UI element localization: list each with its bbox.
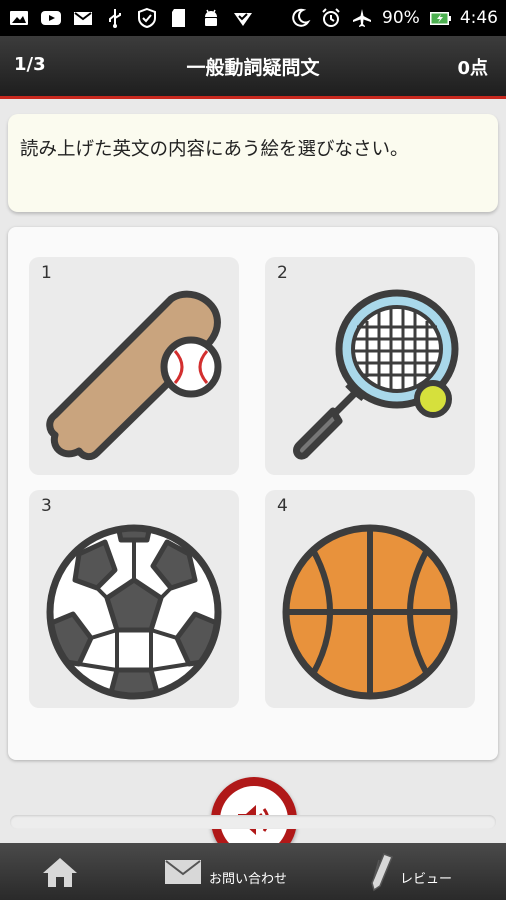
audio-seek-bar[interactable]: [10, 815, 496, 829]
choice-3[interactable]: 3: [29, 490, 239, 708]
image-icon: [8, 7, 30, 29]
nav-review-button[interactable]: レビュー: [368, 843, 452, 900]
choice-number: 4: [277, 496, 288, 516]
nav-contact-button[interactable]: お問い合わせ: [163, 843, 287, 900]
soccer-ball-icon: [46, 524, 222, 700]
airplane-icon: [351, 7, 373, 29]
bottom-nav: お問い合わせ レビュー: [0, 843, 506, 900]
moon-icon: [289, 7, 311, 29]
choice-1[interactable]: 1: [29, 257, 239, 475]
sd-card-icon: [168, 7, 190, 29]
page-title: 一般動詞疑問文: [186, 57, 320, 79]
question-box: 読み上げた英文の内容にあう絵を選びなさい。: [8, 114, 498, 212]
shield-icon: [136, 7, 158, 29]
choice-number: 3: [41, 496, 52, 516]
battery-icon: [429, 7, 451, 29]
gmail-icon: [72, 7, 94, 29]
tennis-racket-icon: [293, 289, 459, 460]
baseball-bat-icon: [46, 290, 222, 461]
status-bar: 90% 4:46: [0, 0, 506, 36]
choice-2[interactable]: 2: [265, 257, 475, 475]
clock-time: 4:46: [459, 8, 498, 28]
usb-icon: [104, 7, 126, 29]
choice-number: 1: [41, 263, 52, 283]
home-icon: [43, 857, 77, 887]
nav-contact-label: お問い合わせ: [209, 872, 288, 887]
pencil-icon: [371, 852, 393, 891]
score-display: 0点: [457, 58, 488, 79]
question-text: 読み上げた英文の内容にあう絵を選びなさい。: [20, 139, 409, 160]
battery-percent: 90%: [382, 8, 420, 28]
youtube-icon: [40, 7, 62, 29]
answer-panel: 1 2 3 4: [8, 227, 498, 760]
wifi-check-icon: [232, 7, 254, 29]
nav-home-button[interactable]: [40, 843, 80, 900]
choice-number: 2: [277, 263, 288, 283]
choice-4[interactable]: 4: [265, 490, 475, 708]
mail-icon: [165, 859, 201, 884]
android-icon: [200, 7, 222, 29]
nav-review-label: レビュー: [400, 872, 453, 887]
basketball-icon: [282, 524, 458, 700]
alarm-icon: [320, 7, 342, 29]
app-header: 1/3 一般動詞疑問文 0点: [0, 36, 506, 99]
